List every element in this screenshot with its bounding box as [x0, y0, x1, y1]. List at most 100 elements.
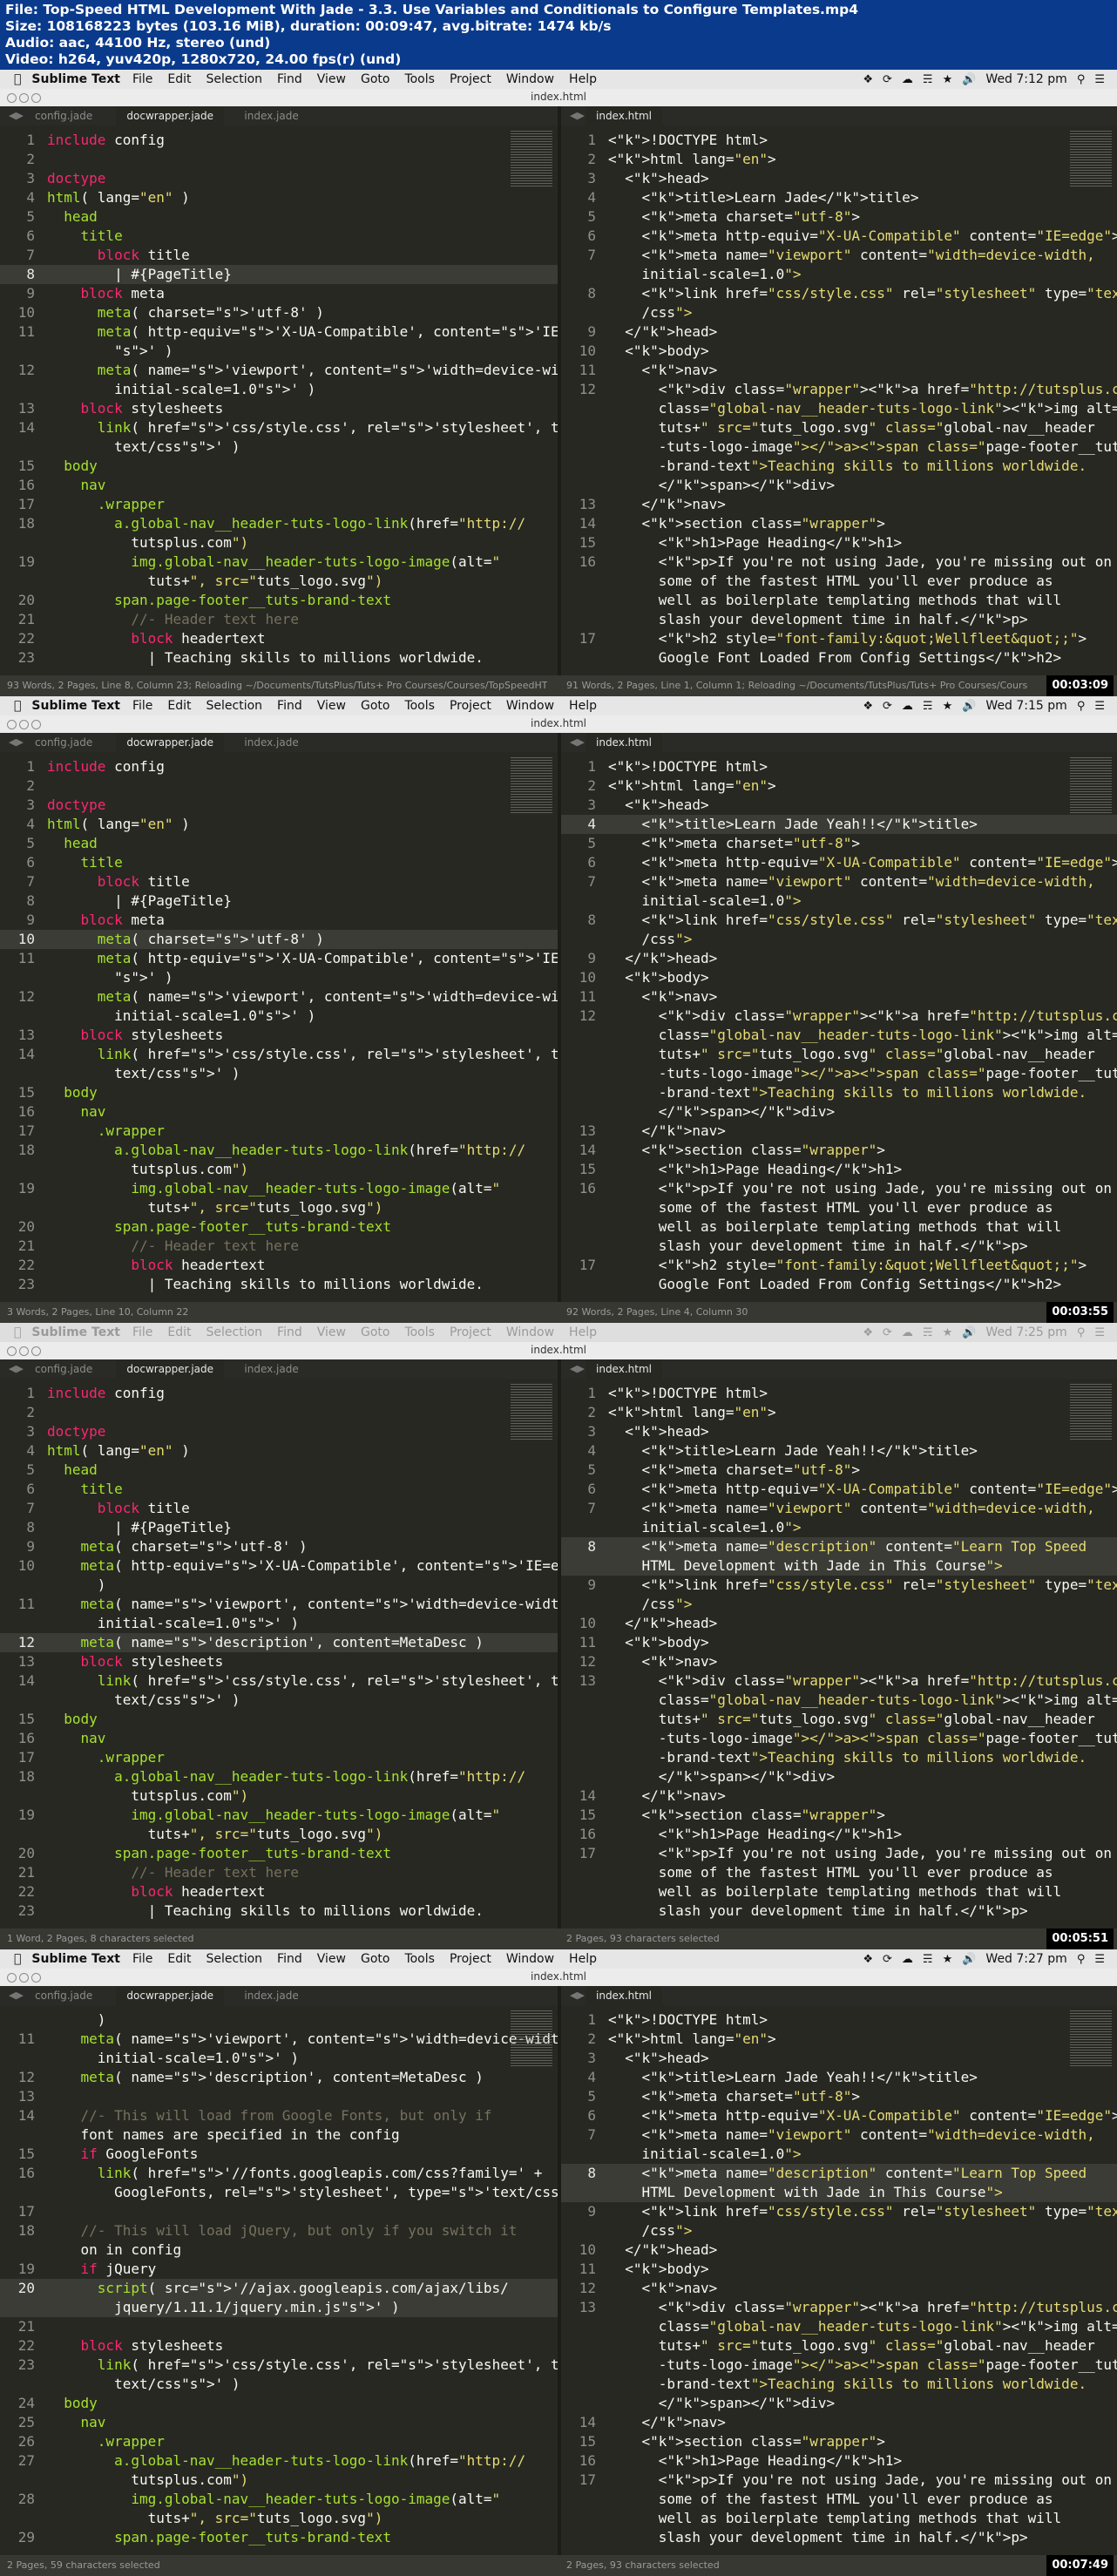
menu-item[interactable]: Help	[569, 699, 597, 713]
code-line[interactable]: initial-scale=1.0">	[561, 1518, 1117, 1537]
code-line[interactable]: 7 block title	[0, 872, 558, 891]
code-line[interactable]: text/css"s">' )	[0, 1691, 558, 1710]
tab-scroll-icon[interactable]: ◀▶	[9, 736, 24, 748]
code-line[interactable]: 18 a.global-nav__header-tuts-logo-link(h…	[0, 1141, 558, 1160]
code-line[interactable]: tutsplus.com")	[0, 2471, 558, 2490]
menu-item[interactable]: Tools	[404, 699, 435, 713]
code-line[interactable]: some of the fastest HTML you'll ever pro…	[561, 2490, 1117, 2509]
minimap[interactable]	[511, 2010, 552, 2068]
code-line[interactable]: 19 img.global-nav__header-tuts-logo-imag…	[0, 1806, 558, 1825]
wifi-icon[interactable]: ☴	[923, 1953, 933, 1966]
minimap[interactable]	[1070, 131, 1112, 188]
file-tab[interactable]: config.jade	[24, 733, 103, 752]
minimap[interactable]	[511, 1384, 552, 1441]
app-name-menu[interactable]: Sublime Text	[31, 1952, 120, 1966]
apple-icon[interactable]: 	[0, 72, 31, 86]
code-line[interactable]: 4 html( lang="en" )	[0, 815, 558, 834]
code-line[interactable]: 14 //- This will load from Google Fonts,…	[0, 2106, 558, 2125]
menu-item[interactable]: Goto	[361, 1952, 389, 1966]
code-line[interactable]: well as boilerplate templating methods t…	[561, 1882, 1117, 1901]
menu-item[interactable]: Find	[277, 699, 302, 713]
code-line[interactable]: text/css"s">' )	[0, 1064, 558, 1083]
code-line[interactable]: 16 link( href="s">'//fonts.googleapis.co…	[0, 2164, 558, 2183]
code-line[interactable]: 11 meta( http-equiv="s">'X-UA-Compatible…	[0, 949, 558, 968]
menu-item[interactable]: Selection	[206, 699, 263, 713]
menu-item[interactable]: Goto	[361, 1325, 389, 1339]
minimap[interactable]	[511, 131, 552, 188]
cloud-icon[interactable]: ☁	[902, 1953, 913, 1966]
code-line[interactable]: 19 if jQuery	[0, 2260, 558, 2279]
search-icon[interactable]: ⚲	[1077, 1326, 1086, 1339]
menu-item[interactable]: Window	[506, 1325, 554, 1339]
file-tab[interactable]: config.jade	[24, 106, 103, 125]
code-line[interactable]: slash your development time in half.</"k…	[561, 1237, 1117, 1256]
code-line[interactable]: 4 <"k">title>Learn Jade Yeah!!</"k">titl…	[561, 1441, 1117, 1461]
code-line[interactable]: 14 <"k">section class="wrapper">	[561, 514, 1117, 533]
code-line[interactable]: 13 </"k">nav>	[561, 1122, 1117, 1141]
code-line[interactable]: 19 img.global-nav__header-tuts-logo-imag…	[0, 552, 558, 572]
code-line[interactable]: 3 doctype	[0, 796, 558, 815]
code-line[interactable]: 4 <"k">title>Learn Jade Yeah!!</"k">titl…	[561, 2068, 1117, 2087]
code-line[interactable]: class="global-nav__header-tuts-logo-link…	[561, 399, 1117, 418]
code-line[interactable]: 1 <"k">!DOCTYPE html>	[561, 2010, 1117, 2030]
code-line[interactable]: 13 <"k">div class="wrapper"><"k">a href=…	[561, 1671, 1117, 1691]
minimap[interactable]	[1070, 1384, 1112, 1441]
bluetooth-icon[interactable]: ★	[943, 700, 953, 713]
code-line[interactable]: on in config	[0, 2240, 558, 2260]
apple-icon[interactable]: 	[0, 1952, 31, 1966]
code-line[interactable]: jquery/1.11.1/jquery.min.js"s">' )	[0, 2298, 558, 2317]
code-line[interactable]: some of the fastest HTML you'll ever pro…	[561, 1863, 1117, 1882]
code-line[interactable]: 10 meta( charset="s">'utf-8' )	[0, 930, 558, 949]
code-line[interactable]: 16 <"k">h1>Page Heading</"k">h1>	[561, 1825, 1117, 1844]
bluetooth-icon[interactable]: ★	[943, 1953, 953, 1966]
code-line[interactable]: tutsplus.com")	[0, 1160, 558, 1179]
code-line[interactable]: some of the fastest HTML you'll ever pro…	[561, 572, 1117, 591]
code-line[interactable]: 8 <"k">link href="css/style.css" rel="st…	[561, 284, 1117, 303]
sync-icon[interactable]: ⟳	[883, 700, 892, 713]
code-line[interactable]: class="global-nav__header-tuts-logo-link…	[561, 1691, 1117, 1710]
code-line[interactable]: class="global-nav__header-tuts-logo-link…	[561, 2317, 1117, 2336]
code-line[interactable]: HTML Development with Jade in This Cours…	[561, 1556, 1117, 1576]
code-line[interactable]: 22 block headertext	[0, 1256, 558, 1275]
code-line[interactable]: "s">' )	[0, 342, 558, 361]
code-line[interactable]: 5 <"k">meta charset="utf-8">	[561, 2087, 1117, 2106]
code-line[interactable]: 12 meta( name="s">'viewport', content="s…	[0, 361, 558, 380]
code-line[interactable]: -tuts-logo-image"></">a><">span class="p…	[561, 2356, 1117, 2375]
code-line[interactable]: 12 <"k">nav>	[561, 1652, 1117, 1671]
code-line[interactable]: /css">	[561, 930, 1117, 949]
list-icon[interactable]: ☰	[1094, 700, 1105, 713]
code-line[interactable]: 14 link( href="s">'css/style.css', rel="…	[0, 1045, 558, 1064]
search-icon[interactable]: ⚲	[1077, 1953, 1086, 1966]
code-line[interactable]: 24 body	[0, 2394, 558, 2413]
apple-icon[interactable]: 	[0, 699, 31, 713]
wifi-icon[interactable]: ☴	[923, 700, 933, 713]
file-tab[interactable]: docwrapper.jade	[116, 1359, 224, 1379]
volume-icon[interactable]: 🔊	[962, 1326, 976, 1339]
file-tab[interactable]: config.jade	[24, 1986, 103, 2005]
code-line[interactable]: slash your development time in half.</"k…	[561, 2528, 1117, 2547]
code-line[interactable]: 1 <"k">!DOCTYPE html>	[561, 757, 1117, 776]
menubar-clock[interactable]: Wed 7:25 pm	[985, 1325, 1066, 1339]
code-line[interactable]: 7 <"k">meta name="viewport" content="wid…	[561, 872, 1117, 891]
menu-item[interactable]: View	[317, 1952, 346, 1966]
menu-item[interactable]: Help	[569, 72, 597, 86]
code-line[interactable]: 13 <"k">div class="wrapper"><"k">a href=…	[561, 2298, 1117, 2317]
tab-scroll-icon[interactable]: ◀▶	[570, 1990, 585, 2001]
code-line[interactable]: tuts+" src="tuts_logo.svg" class="global…	[561, 1710, 1117, 1729]
code-line[interactable]: 13 block stylesheets	[0, 1652, 558, 1671]
code-line[interactable]: 23 | Teaching skills to millions worldwi…	[0, 1901, 558, 1921]
bluetooth-icon[interactable]: ★	[943, 1326, 953, 1339]
sync-icon[interactable]: ⟳	[883, 1326, 892, 1339]
code-line[interactable]: 21 //- Header text here	[0, 610, 558, 629]
code-line[interactable]: 2	[0, 150, 558, 169]
code-line[interactable]: 17	[0, 2202, 558, 2221]
html-editor-pane[interactable]: 1 <"k">!DOCTYPE html> 2 <"k">html lang="en"…	[561, 1379, 1117, 1929]
code-line[interactable]: 7 <"k">meta name="viewport" content="wid…	[561, 1499, 1117, 1518]
code-line[interactable]: 27 a.global-nav__header-tuts-logo-link(h…	[0, 2451, 558, 2471]
app-name-menu[interactable]: Sublime Text	[31, 699, 120, 713]
menu-item[interactable]: Project	[450, 699, 491, 713]
menu-item[interactable]: Window	[506, 699, 554, 713]
html-editor-pane[interactable]: 1 <"k">!DOCTYPE html> 2 <"k">html lang="en"…	[561, 125, 1117, 675]
code-line[interactable]: well as boilerplate templating methods t…	[561, 591, 1117, 610]
code-line[interactable]: </"k">span></"k">div>	[561, 1767, 1117, 1786]
